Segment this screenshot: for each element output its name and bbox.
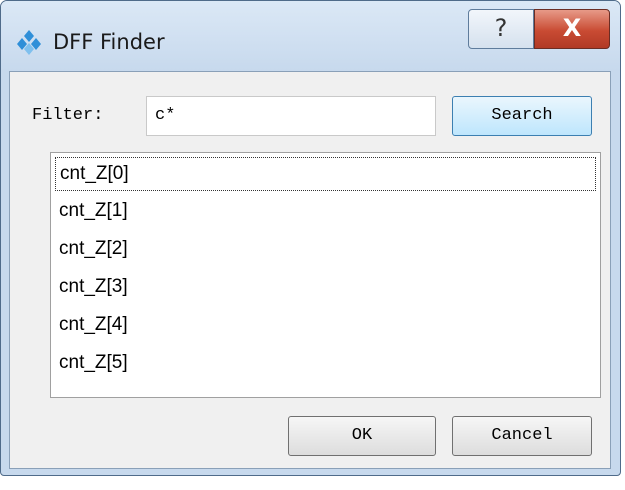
app-logo-icon [17,30,41,55]
results-list[interactable]: cnt_Z[0] cnt_Z[1] cnt_Z[2] cnt_Z[3] cnt_… [50,152,601,398]
filter-label: Filter: [32,106,104,125]
list-item[interactable]: cnt_Z[0] [55,157,596,191]
close-icon: X [562,14,582,42]
help-icon: ? [494,14,508,42]
cancel-button[interactable]: Cancel [452,416,592,456]
search-button[interactable]: Search [452,96,592,136]
title-bar[interactable]: DFF Finder ? X [1,1,620,71]
ok-button[interactable]: OK [288,416,436,456]
close-button[interactable]: X [534,9,610,49]
list-item[interactable]: cnt_Z[3] [55,271,596,305]
list-item[interactable]: cnt_Z[2] [55,233,596,267]
list-item[interactable]: cnt_Z[5] [55,347,596,381]
list-item[interactable]: cnt_Z[1] [55,195,596,229]
dialog-body: Filter: c* Search cnt_Z[0] cnt_Z[1] cnt_… [9,71,611,469]
help-button[interactable]: ? [468,9,534,49]
filter-input[interactable]: c* [146,96,436,136]
dff-finder-dialog: DFF Finder ? X Filter: c* Search cnt_Z[0… [0,0,621,476]
window-title: DFF Finder [53,30,165,54]
list-item[interactable]: cnt_Z[4] [55,309,596,343]
